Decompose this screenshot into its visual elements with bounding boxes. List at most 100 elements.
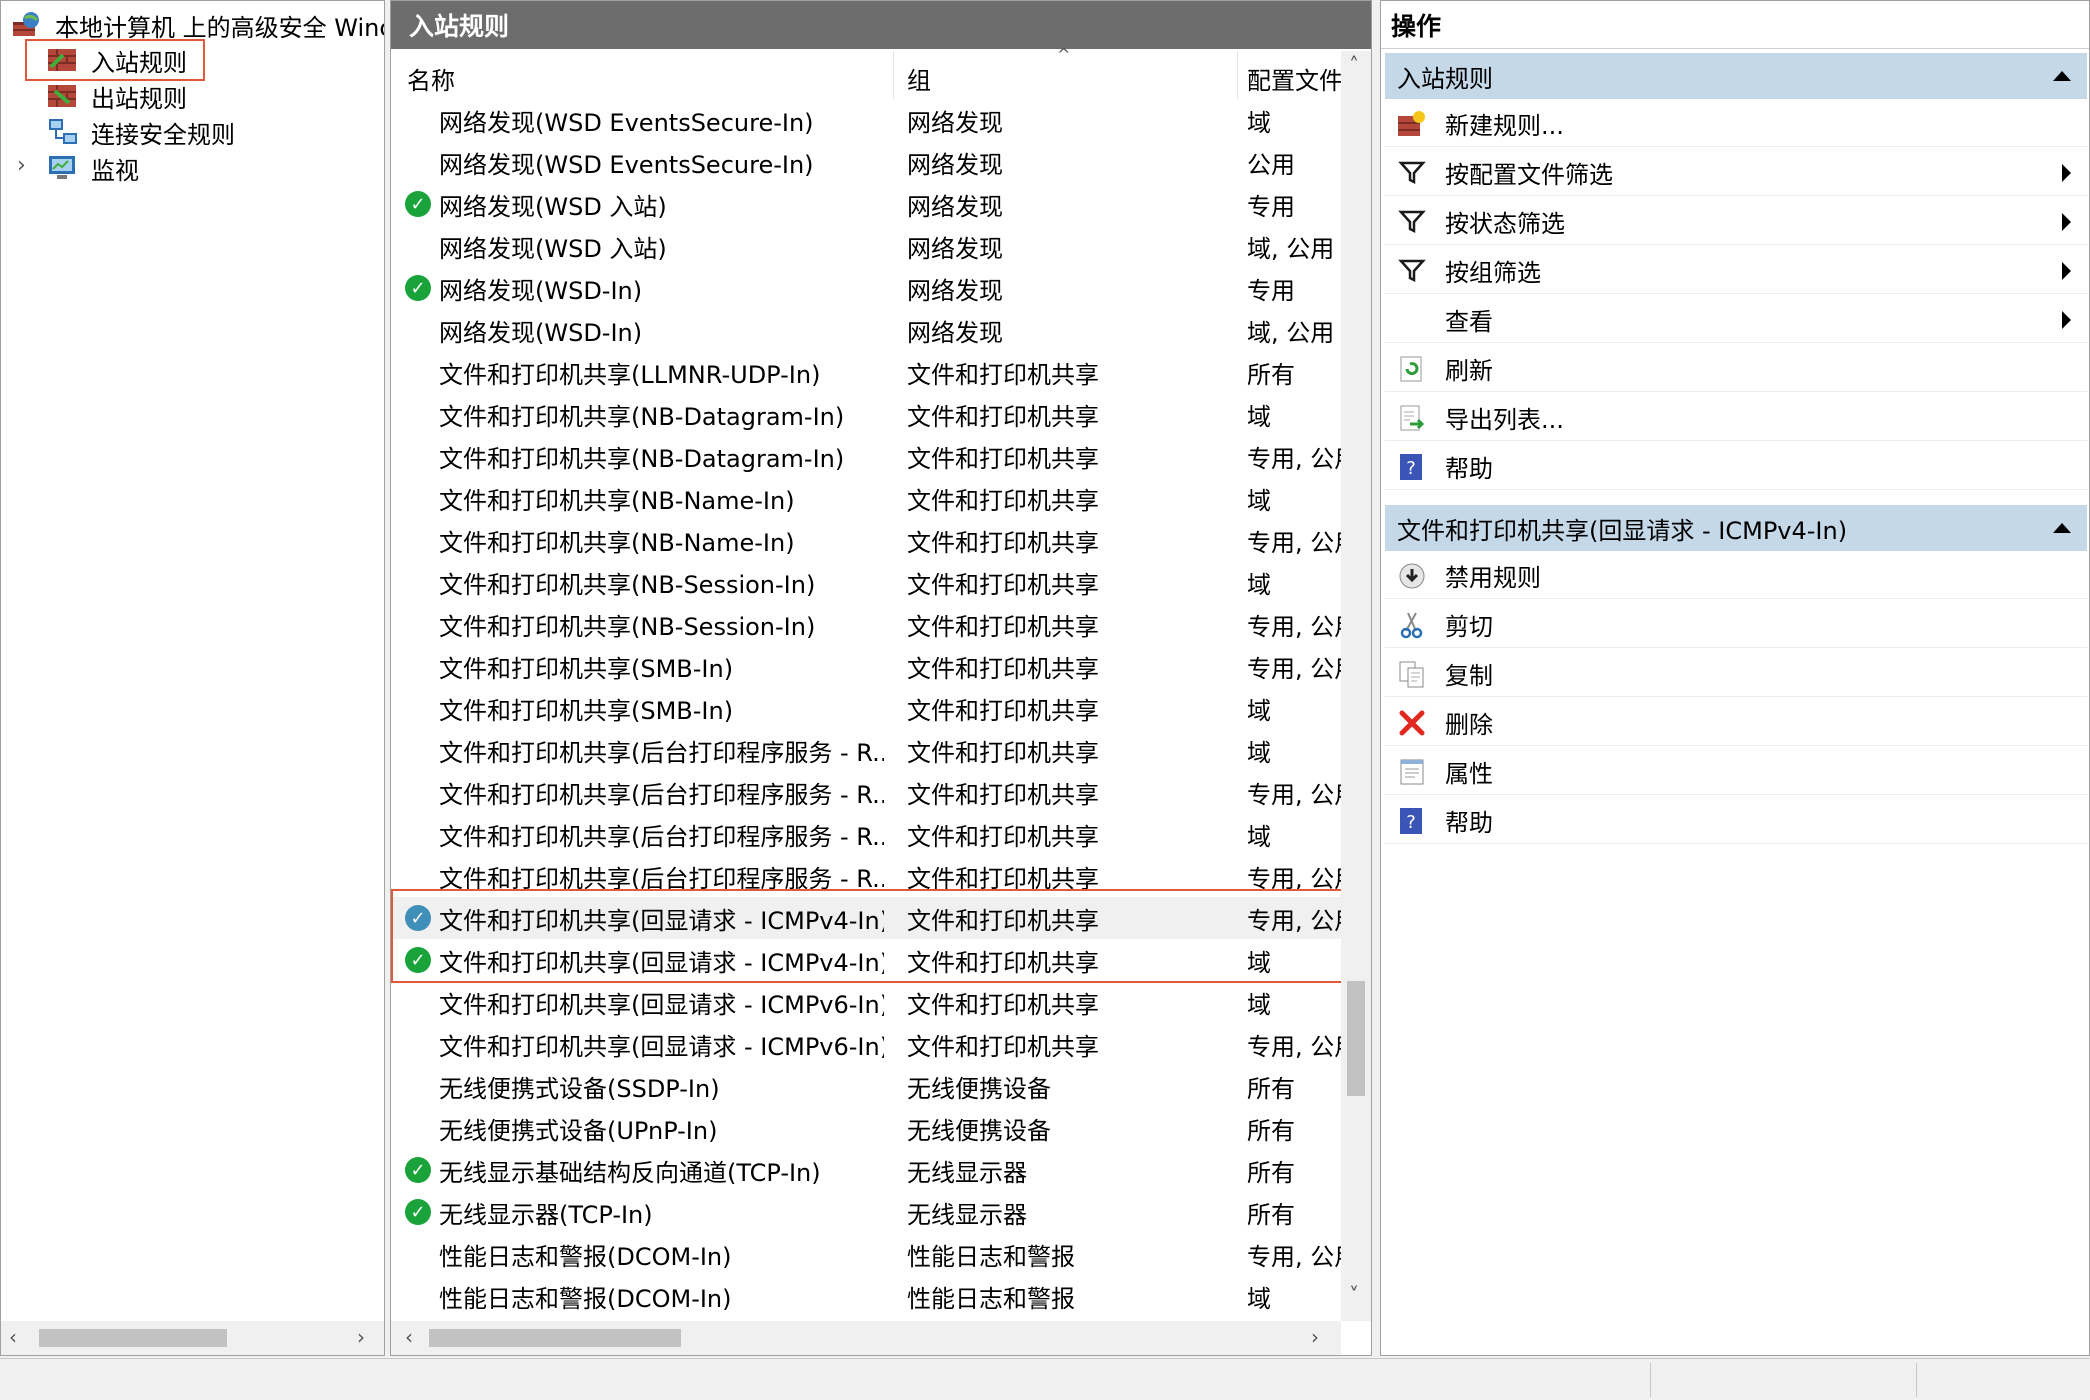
rules-list-pane: 入站规则 名称 组 ^ 配置文件 网络发现(WSD EventsSecure-I… (390, 0, 1372, 1356)
rule-profile-cell: 域 (1247, 1284, 1271, 1313)
monitor-icon (47, 153, 81, 183)
action-item[interactable]: ? 帮助 (1385, 798, 2087, 844)
table-row[interactable]: 性能日志和警报(DCOM-In) 性能日志和警报 专用, 公用 (391, 1233, 1341, 1275)
action-item[interactable]: 删除 (1385, 700, 2087, 746)
table-row[interactable]: 文件和打印机共享(SMB-In) 文件和打印机共享 域 (391, 687, 1341, 729)
collapse-icon[interactable] (2053, 523, 2071, 533)
rule-group-cell: 文件和打印机共享 (907, 990, 1099, 1019)
table-row[interactable]: 文件和打印机共享(NB-Datagram-In) 文件和打印机共享 域 (391, 393, 1341, 435)
table-row[interactable]: 文件和打印机共享(LLMNR-UDP-In) 文件和打印机共享 所有 (391, 351, 1341, 393)
rule-name-cell: 文件和打印机共享(后台打印程序服务 - R... (439, 738, 884, 767)
tree-item-connection-security[interactable]: 连接安全规则 (47, 114, 235, 150)
help-icon: ? (1397, 806, 1427, 836)
table-row[interactable]: ✓ 无线显示基础结构反向通道(TCP-In) 无线显示器 所有 (391, 1149, 1341, 1191)
rule-name-cell: 无线显示器(TCP-In) (439, 1200, 653, 1229)
filter-icon (1397, 256, 1427, 286)
action-item[interactable]: 刷新 (1385, 346, 2087, 392)
enabled-check-icon: ✓ (405, 1199, 431, 1225)
rule-name-cell: 文件和打印机共享(回显请求 - ICMPv6-In) (439, 990, 884, 1019)
column-header-name[interactable]: 名称 (407, 57, 455, 99)
action-item[interactable]: 属性 (1385, 749, 2087, 795)
table-row[interactable]: ✓ 网络发现(WSD-In) 网络发现 专用 (391, 267, 1341, 309)
status-divider (1916, 1363, 1917, 1397)
scroll-right-icon[interactable]: › (1311, 1325, 1319, 1349)
rule-profile-cell: 域 (1247, 822, 1271, 851)
tree-item-label: 监视 (91, 156, 139, 185)
action-item[interactable]: 新建规则... (1385, 101, 2087, 147)
table-row[interactable]: 文件和打印机共享(后台打印程序服务 - R... 文件和打印机共享 专用, 公用 (391, 771, 1341, 813)
rule-profile-cell: 专用, 公用 (1247, 528, 1341, 557)
action-item[interactable]: 禁用规则 (1385, 553, 2087, 599)
action-item[interactable]: 导出列表... (1385, 395, 2087, 441)
rule-profile-cell: 专用, 公用 (1247, 654, 1341, 683)
actions-section-selected-rule[interactable]: 文件和打印机共享(回显请求 - ICMPv4-In) (1385, 505, 2087, 551)
scrollbar-thumb[interactable] (39, 1329, 227, 1347)
action-item[interactable]: 按配置文件筛选 (1385, 150, 2087, 196)
actions-section-inbound[interactable]: 入站规则 (1385, 53, 2087, 99)
table-row[interactable]: 文件和打印机共享(NB-Name-In) 文件和打印机共享 域 (391, 477, 1341, 519)
chevron-right-icon[interactable]: › (17, 153, 26, 178)
action-item[interactable]: 按状态筛选 (1385, 199, 2087, 245)
rule-profile-cell: 域 (1247, 570, 1271, 599)
scroll-left-icon[interactable]: ‹ (405, 1325, 413, 1349)
column-divider[interactable] (893, 51, 894, 99)
table-row[interactable]: ✓ 网络发现(WSD 入站) 网络发现 专用 (391, 183, 1341, 225)
table-row[interactable]: 文件和打印机共享(NB-Name-In) 文件和打印机共享 专用, 公用 (391, 519, 1341, 561)
action-item[interactable]: 剪切 (1385, 602, 2087, 648)
action-item[interactable]: 查看 (1385, 297, 2087, 343)
tree-item-monitor[interactable]: 监视 (47, 150, 139, 186)
collapse-icon[interactable] (2053, 71, 2071, 81)
scrollbar-thumb[interactable] (429, 1329, 681, 1347)
table-row[interactable]: 性能日志和警报(DCOM-In) 性能日志和警报 域 (391, 1275, 1341, 1317)
rule-group-cell: 文件和打印机共享 (907, 402, 1099, 431)
rule-name-cell: 文件和打印机共享(LLMNR-UDP-In) (439, 360, 821, 389)
tree-horizontal-scrollbar[interactable]: ‹ › (1, 1321, 384, 1355)
table-row[interactable]: 文件和打印机共享(回显请求 - ICMPv6-In) 文件和打印机共享 域 (391, 981, 1341, 1023)
rule-group-cell: 无线显示器 (907, 1158, 1027, 1187)
table-row[interactable]: 无线便携式设备(SSDP-In) 无线便携设备 所有 (391, 1065, 1341, 1107)
table-row[interactable]: 文件和打印机共享(后台打印程序服务 - R... 文件和打印机共享 域 (391, 729, 1341, 771)
rule-name-cell: 网络发现(WSD EventsSecure-In) (439, 108, 814, 137)
cut-icon (1397, 610, 1427, 640)
tree-root[interactable]: 本地计算机 上的高级安全 Winc (11, 7, 384, 43)
table-row[interactable]: 文件和打印机共享(后台打印程序服务 - R... 文件和打印机共享 域 (391, 813, 1341, 855)
rule-name-cell: 性能日志和警报(DCOM-In) (439, 1284, 732, 1313)
table-row[interactable]: 网络发现(WSD EventsSecure-In) 网络发现 域 (391, 99, 1341, 141)
action-item[interactable]: 复制 (1385, 651, 2087, 697)
column-header-profile[interactable]: 配置文件 (1247, 57, 1341, 99)
pane-title: 入站规则 (391, 1, 1371, 49)
table-row[interactable]: 文件和打印机共享(NB-Session-In) 文件和打印机共享 专用, 公用 (391, 603, 1341, 645)
table-row[interactable]: 网络发现(WSD EventsSecure-In) 网络发现 公用 (391, 141, 1341, 183)
scroll-up-icon[interactable]: ˄ (1349, 53, 1359, 77)
rule-profile-cell: 域 (1247, 696, 1271, 725)
enabled-check-icon: ✓ (405, 191, 431, 217)
scrollbar-thumb[interactable] (1347, 981, 1365, 1096)
rule-group-cell: 网络发现 (907, 108, 1003, 137)
tree-item-inbound-rules[interactable]: 入站规则 (47, 42, 187, 78)
export-icon (1397, 403, 1427, 433)
table-row[interactable]: ✓ 无线显示器(TCP-In) 无线显示器 所有 (391, 1191, 1341, 1233)
table-row[interactable]: 文件和打印机共享(NB-Datagram-In) 文件和打印机共享 专用, 公用 (391, 435, 1341, 477)
tree-item-outbound-rules[interactable]: 出站规则 (47, 78, 187, 114)
action-label: 属性 (1445, 760, 1493, 788)
rules-vertical-scrollbar[interactable]: ˄ ˅ (1341, 51, 1371, 1321)
scroll-right-icon[interactable]: › (357, 1325, 365, 1349)
action-label: 新建规则... (1445, 112, 1564, 140)
table-row[interactable]: 文件和打印机共享(SMB-In) 文件和打印机共享 专用, 公用 (391, 645, 1341, 687)
column-divider[interactable] (1237, 51, 1238, 99)
table-row[interactable]: 网络发现(WSD-In) 网络发现 域, 公用 (391, 309, 1341, 351)
rule-name-cell: 无线便携式设备(UPnP-In) (439, 1116, 718, 1145)
rule-profile-cell: 专用, 公用 (1247, 1242, 1341, 1271)
scroll-down-icon[interactable]: ˅ (1349, 1283, 1359, 1307)
scroll-left-icon[interactable]: ‹ (9, 1325, 17, 1349)
action-item[interactable]: ? 帮助 (1385, 444, 2087, 490)
rule-profile-cell: 专用 (1247, 276, 1295, 305)
action-item[interactable]: 按组筛选 (1385, 248, 2087, 294)
table-row[interactable]: 文件和打印机共享(NB-Session-In) 文件和打印机共享 域 (391, 561, 1341, 603)
table-row[interactable]: 文件和打印机共享(回显请求 - ICMPv6-In) 文件和打印机共享 专用, 公用 (391, 1023, 1341, 1065)
table-row[interactable]: 无线便携式设备(UPnP-In) 无线便携设备 所有 (391, 1107, 1341, 1149)
rules-horizontal-scrollbar[interactable]: ‹ › (391, 1321, 1341, 1355)
table-row[interactable]: 网络发现(WSD 入站) 网络发现 域, 公用 (391, 225, 1341, 267)
column-header-group[interactable]: 组 (907, 57, 931, 99)
section-title: 文件和打印机共享(回显请求 - ICMPv4-In) (1397, 516, 1848, 545)
